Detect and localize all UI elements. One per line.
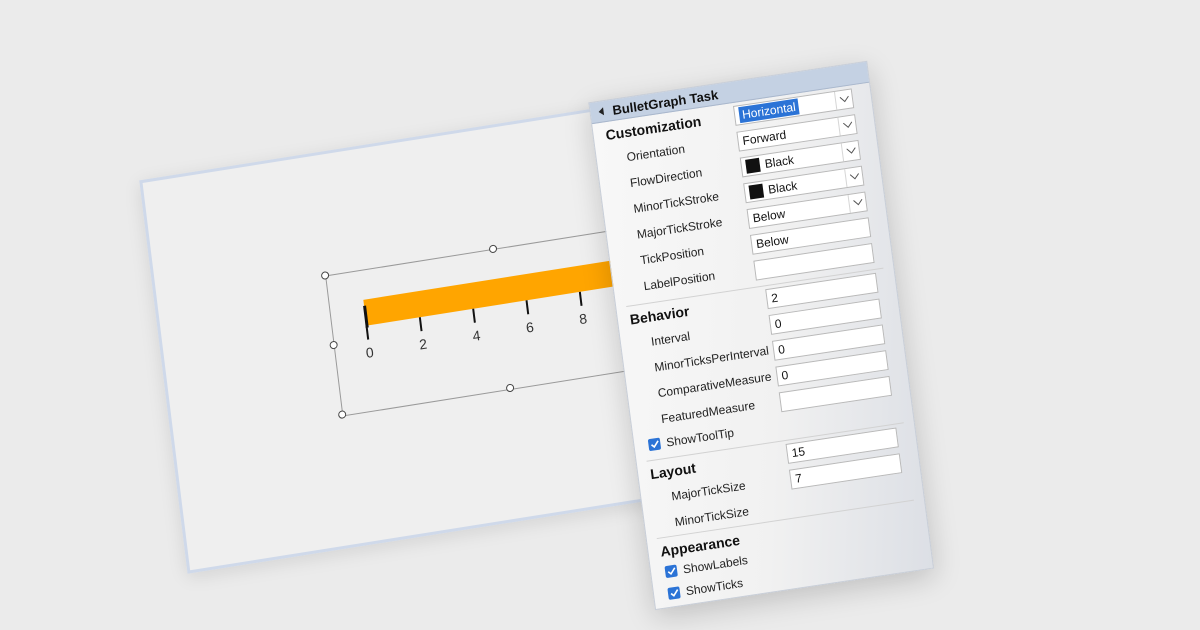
major-tick <box>472 308 476 323</box>
chevron-down-icon[interactable] <box>833 89 854 110</box>
major-tick-stroke-value: Black <box>767 178 799 197</box>
chevron-down-icon[interactable] <box>844 166 864 188</box>
label-position-value: Below <box>755 232 790 252</box>
major-tick <box>525 300 530 315</box>
label-minor-ticks-per-interval: MinorTicksPerInterval <box>653 343 770 375</box>
major-tick-size-value: 15 <box>790 444 806 461</box>
tick-position-value: Below <box>751 206 787 226</box>
major-tick <box>418 317 423 332</box>
chevron-down-icon[interactable] <box>847 192 867 213</box>
chevron-down-icon[interactable] <box>837 115 857 136</box>
interval-value: 2 <box>770 290 779 306</box>
show-ticks-checkbox[interactable] <box>667 586 681 600</box>
panel-title: BulletGraph Task <box>611 86 719 118</box>
show-tooltip-label: ShowToolTip <box>665 425 735 450</box>
label-comparative-measure: ComparativeMeasure <box>656 369 773 401</box>
label-minor-tick-stroke: MinorTickStroke <box>632 189 720 216</box>
tick-label: 0 <box>365 344 375 361</box>
show-labels-checkbox[interactable] <box>664 564 678 579</box>
featured-measure-value: 0 <box>780 367 790 383</box>
flow-direction-value: Forward <box>741 127 788 148</box>
major-tick <box>365 325 370 340</box>
minor-ticks-per-interval-value: 0 <box>773 316 783 332</box>
label-orientation: Orientation <box>625 141 686 165</box>
label-label-position: LabelPosition <box>642 268 716 294</box>
minor-tick-size-value: 7 <box>794 471 803 486</box>
section-behavior: Behavior <box>628 302 691 328</box>
featured-measure-bar <box>363 257 634 326</box>
tick-label: 4 <box>472 327 482 344</box>
tick-label: 6 <box>525 319 535 336</box>
major-tick <box>578 291 583 306</box>
bulletgraph-task-panel: BulletGraph Task Customization Orientati… <box>588 60 935 611</box>
minor-tick-stroke-value: Black <box>763 152 795 171</box>
color-swatch <box>745 157 761 174</box>
section-layout: Layout <box>649 459 697 483</box>
orientation-value: Horizontal <box>738 98 800 124</box>
show-ticks-row[interactable]: ShowTicks <box>667 576 744 601</box>
tick-label: 8 <box>578 310 588 327</box>
collapse-arrow-icon[interactable] <box>596 106 607 117</box>
label-major-tick-size: MajorTickSize <box>670 478 747 504</box>
show-tooltip-row[interactable]: ShowToolTip <box>647 425 735 453</box>
label-featured-measure: FeaturedMeasure <box>660 398 756 427</box>
comparative-measure-value: 0 <box>777 342 786 357</box>
label-major-tick-stroke: MajorTickStroke <box>636 214 724 242</box>
label-interval: Interval <box>650 328 691 349</box>
designer-scene: 0246810 BulletGraph Task Customization O… <box>0 0 1200 630</box>
show-ticks-label: ShowTicks <box>685 575 744 599</box>
label-tick-position: TickPosition <box>639 244 705 268</box>
chevron-down-icon[interactable] <box>840 141 860 162</box>
show-tooltip-checkbox[interactable] <box>647 437 662 452</box>
label-flow-direction: FlowDirection <box>629 165 703 191</box>
tick-label: 2 <box>418 335 428 352</box>
color-swatch <box>748 183 765 200</box>
show-labels-label: ShowLabels <box>682 552 749 577</box>
